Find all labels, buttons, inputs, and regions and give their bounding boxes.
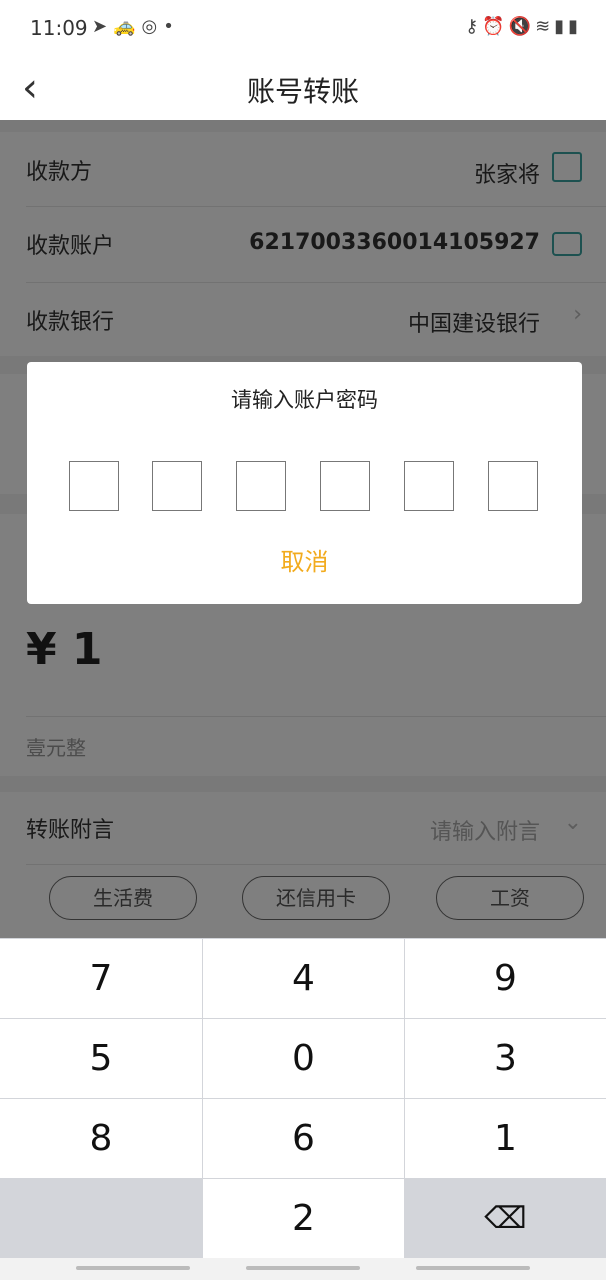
wifi-icon: ≋: [535, 16, 555, 37]
key-9[interactable]: 9: [405, 939, 606, 1018]
key-2[interactable]: 2: [203, 1179, 404, 1258]
key-icon: ⚷: [465, 16, 483, 37]
pin-box-6[interactable]: [488, 461, 538, 511]
status-left-icons: ➤🚕◎•: [92, 16, 180, 37]
key-empty: [0, 1179, 202, 1258]
nav-handle-right: [416, 1266, 530, 1270]
pin-box-3[interactable]: [236, 461, 286, 511]
instagram-icon: ◎: [141, 16, 164, 37]
status-time: 11:09: [30, 16, 88, 40]
numeric-keypad: 7 4 9 5 0 3 8 6 1 2 ⌫: [0, 938, 606, 1258]
pin-box-2[interactable]: [152, 461, 202, 511]
dialog-title: 请输入账户密码: [231, 388, 378, 412]
key-5[interactable]: 5: [0, 1019, 202, 1098]
pin-box-4[interactable]: [320, 461, 370, 511]
nav-bar: ‹ 账号转账: [0, 58, 606, 120]
signal-icon: ▮: [554, 16, 569, 37]
taxi-icon: 🚕: [113, 16, 142, 37]
password-dialog: 请输入账户密码 取消: [27, 362, 582, 604]
status-bar: 11:09 ➤🚕◎• ⚷⏰🔇≋▮▮: [0, 0, 606, 58]
key-7[interactable]: 7: [0, 939, 202, 1018]
key-8[interactable]: 8: [0, 1099, 202, 1178]
pin-box-5[interactable]: [404, 461, 454, 511]
battery-icon: ▮: [568, 16, 582, 37]
mute-icon: 🔇: [508, 16, 536, 37]
backspace-key[interactable]: ⌫: [405, 1179, 606, 1258]
dot-icon: •: [163, 16, 180, 37]
key-3[interactable]: 3: [405, 1019, 606, 1098]
page-title: 账号转账: [246, 75, 359, 108]
backspace-icon: ⌫: [484, 1201, 527, 1236]
send-icon: ➤: [92, 16, 114, 37]
nav-handle-left: [76, 1266, 190, 1270]
key-6[interactable]: 6: [203, 1099, 404, 1178]
alarm-icon: ⏰: [482, 16, 509, 37]
status-right-icons: ⚷⏰🔇≋▮▮: [465, 16, 582, 37]
key-1[interactable]: 1: [405, 1099, 606, 1178]
pin-box-1[interactable]: [69, 461, 119, 511]
cancel-button[interactable]: 取消: [27, 542, 582, 577]
key-4[interactable]: 4: [203, 939, 404, 1018]
key-0[interactable]: 0: [203, 1019, 404, 1098]
nav-handle-center: [246, 1266, 360, 1270]
